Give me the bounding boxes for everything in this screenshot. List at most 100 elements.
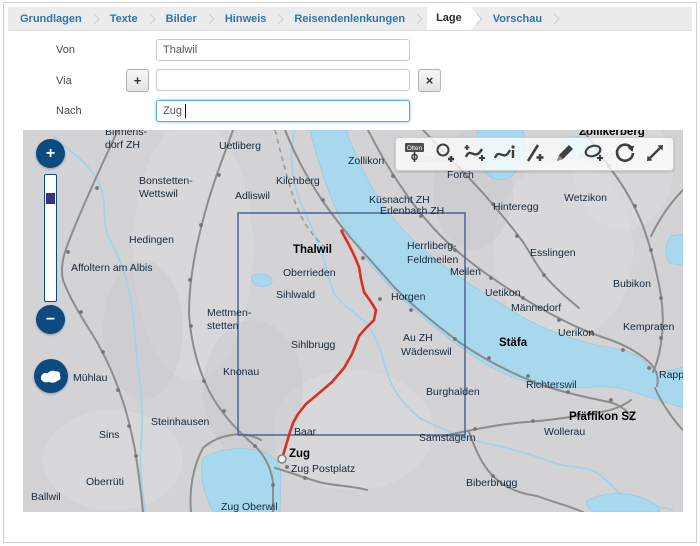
chevron-separator-icon [411,13,422,24]
map-place-label: Oberrüti [86,476,124,488]
von-label: Von [56,44,75,56]
chevron-separator-icon [144,13,155,24]
circle-plus-icon [433,141,457,168]
line-info-tool[interactable] [490,141,519,167]
svg-text:Olten: Olten [406,145,422,152]
map-place-label: Sihlbrugg [291,339,336,351]
map-place-label: Zug Oberwil [221,501,278,512]
zoom-slider-handle[interactable] [46,193,55,204]
edit-tool[interactable] [550,141,579,167]
add-line-tool[interactable] [460,141,489,167]
text-caret [185,104,186,118]
zoom-in-button[interactable]: + [36,139,65,168]
map-place-label: Burghalden [426,386,480,398]
map-place-label: Uetikon [485,287,521,299]
arrow-circle-icon [613,141,637,168]
map-place-label: Mettmen- [207,307,252,319]
map-place-label: Wollerau [544,426,585,438]
map-place-label: Oberrieden [283,267,336,279]
map-place-label: Esslingen [530,247,576,259]
zoom-out-button[interactable]: − [36,305,65,334]
map-place-label: Ballwil [31,491,61,503]
von-input[interactable] [156,39,410,61]
via-label: Via [56,75,72,87]
map-place-label: stetten [207,320,239,332]
map-place-label: Sihlwald [276,289,315,301]
map-toolbar: Olten [395,137,674,171]
map-place-label: Meilen [450,266,481,278]
add-ellipse-tool[interactable] [580,141,609,167]
map-place-label: Männedorf [511,302,561,314]
zoom-slider[interactable] [44,174,57,302]
map-place-label: Wädenswil [401,346,452,358]
olten-marker-icon: Olten [403,141,427,168]
route-end-marker [278,455,286,463]
squiggle-plus-icon [462,141,488,168]
via-add-button[interactable]: + [126,69,149,92]
map-place-label: Zug Postplatz [291,463,355,475]
map-place-label: Knonau [223,366,259,378]
map-place-label: Steinhausen [151,416,210,428]
map-place-label: Bonstetten- [139,175,193,187]
refresh-tool[interactable] [610,141,639,167]
via-input[interactable] [156,69,410,91]
map-place-label: Horgen [391,291,426,303]
tab-grundlagen[interactable]: Grundlagen [14,8,88,30]
map-place-label: Zug [289,448,310,460]
fullscreen-tool[interactable] [640,141,669,167]
map-place-label: Kempraten [623,321,675,333]
map-place-label: Bubikon [613,278,651,290]
map-place-label: Feldmeilen [407,254,459,266]
nach-label: Nach [56,105,82,117]
map-canvas[interactable]: Birmens-dorf ZHUetlibergZollikerbergZumi… [23,130,683,512]
switzerland-icon [39,368,63,384]
via-clear-button[interactable]: × [418,69,441,92]
map-place-label: Mühlau [73,372,108,384]
ellipse-plus-icon [582,141,608,168]
page-frame: Grundlagen Texte Bilder Hinweis Reisendenlen… [3,2,697,543]
place-label-tool[interactable]: Olten [400,141,429,167]
tab-hinweis[interactable]: Hinweis [219,8,273,30]
chevron-separator-icon [88,13,99,24]
map-place-label: Au ZH [403,332,433,344]
map-place-label: Uerikon [558,327,594,339]
tab-reisendenlenkungen[interactable]: Reisendenlenkungen [288,8,411,30]
tab-vorschau[interactable]: Vorschau [487,8,548,30]
chevron-separator-icon [548,13,559,24]
map-place-label: Erlenbach ZH [380,205,444,217]
map-place-label: Zollikon [348,155,384,167]
map-place-label: Biberbrugg [466,477,518,489]
pencil-icon [553,141,577,168]
tab-lage[interactable]: Lage [427,7,471,30]
map-place-label: Thalwil [293,244,332,256]
tab-texte[interactable]: Texte [104,8,144,30]
map-place-label: Richterswil [526,379,577,391]
chevron-separator-icon [203,13,214,24]
map-place-label: Rapperswil [659,369,683,381]
overview-switzerland-button[interactable] [34,359,68,393]
map-place-label: Birmens- [105,130,148,138]
add-point-tool[interactable] [430,141,459,167]
map-place-label: Affoltern am Albis [71,262,153,274]
map-place-label: dorf ZH [105,139,140,151]
tab-bilder[interactable]: Bilder [160,8,203,30]
map-place-label: Samstagern [419,432,476,444]
map-place-label: Uetliberg [219,140,261,152]
nach-input[interactable] [156,100,410,122]
map-place-label: Herrliberg- [407,240,457,252]
map-place-label: Adliswil [235,190,270,202]
map-place-label: Hinteregg [493,201,539,213]
slash-plus-icon [523,141,547,168]
draw-segment-tool[interactable] [520,141,549,167]
map-place-label: Wetzikon [564,192,607,204]
chevron-separator-icon [273,13,284,24]
map-place-label: Kilchberg [276,175,320,187]
map-place-label: Pfäffikon SZ [569,411,636,423]
wizard-tabs: Grundlagen Texte Bilder Hinweis Reisendenlen… [8,7,692,31]
map-place-label: Wettswil [139,188,178,200]
map-place-label: Hedingen [129,234,174,246]
map-place-label: Sins [99,429,119,441]
map-place-label: Baar [294,426,317,438]
map-place-label: Stäfa [499,337,528,349]
squiggle-info-icon [492,141,518,168]
